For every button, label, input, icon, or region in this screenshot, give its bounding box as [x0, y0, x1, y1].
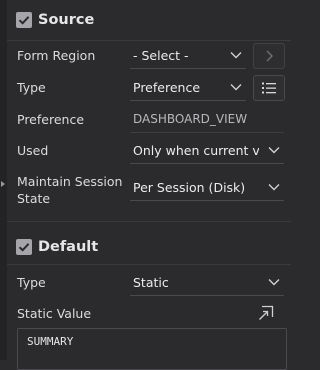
go-to-region-button[interactable] — [253, 43, 285, 69]
static-value-label: Static Value — [17, 306, 92, 321]
default-type-select[interactable]: Static — [130, 269, 284, 296]
section-header-default[interactable]: Default — [7, 227, 291, 267]
static-value-text: SUMMARY — [27, 335, 74, 348]
used-value: Only when current val — [133, 143, 259, 158]
caret-right-icon[interactable] — [1, 181, 5, 187]
maintain-session-state-label: Maintain Session State — [17, 173, 122, 207]
section-title-default: Default — [38, 239, 99, 255]
preference-value: DASHBOARD_VIEW — [133, 112, 248, 126]
form-region-label: Form Region — [17, 48, 96, 63]
divider — [7, 264, 291, 265]
chevron-down-icon — [268, 184, 280, 191]
chevron-down-icon — [268, 279, 280, 286]
list-icon — [262, 82, 276, 94]
divider — [7, 40, 291, 41]
checkbox-checked-icon[interactable] — [16, 239, 32, 255]
maintain-session-state-select[interactable]: Per Session (Disk) — [130, 174, 284, 201]
maintain-session-state-label-line1: Maintain Session — [17, 174, 123, 189]
type-select[interactable]: Preference — [130, 74, 246, 101]
used-select[interactable]: Only when current val — [130, 137, 284, 164]
section-title-source: Source — [38, 12, 95, 28]
default-type-label: Type — [17, 275, 46, 290]
chevron-down-icon — [230, 84, 242, 91]
static-value-textarea[interactable]: SUMMARY — [17, 328, 287, 370]
form-region-select[interactable]: - Select - — [130, 42, 246, 69]
chevron-down-icon — [268, 147, 280, 154]
chevron-right-icon — [266, 50, 273, 62]
section-header-source[interactable]: Source — [7, 0, 291, 40]
property-panel: Source Form Region - Select - Type Prefe… — [7, 0, 291, 370]
preference-field[interactable]: DASHBOARD_VIEW — [130, 106, 284, 133]
panel-gutter[interactable] — [0, 0, 7, 360]
maintain-session-state-value: Per Session (Disk) — [133, 180, 246, 195]
used-label: Used — [17, 143, 49, 158]
type-label: Type — [17, 80, 46, 95]
checkbox-checked-icon[interactable] — [16, 12, 32, 28]
form-region-value: - Select - — [133, 48, 189, 63]
divider — [7, 221, 291, 222]
default-type-value: Static — [133, 275, 169, 290]
preference-label: Preference — [17, 112, 85, 127]
list-of-values-button[interactable] — [253, 75, 285, 101]
maintain-session-state-label-line2: State — [17, 191, 51, 206]
expand-icon[interactable] — [258, 305, 274, 321]
chevron-down-icon — [230, 52, 242, 59]
type-value: Preference — [133, 80, 201, 95]
